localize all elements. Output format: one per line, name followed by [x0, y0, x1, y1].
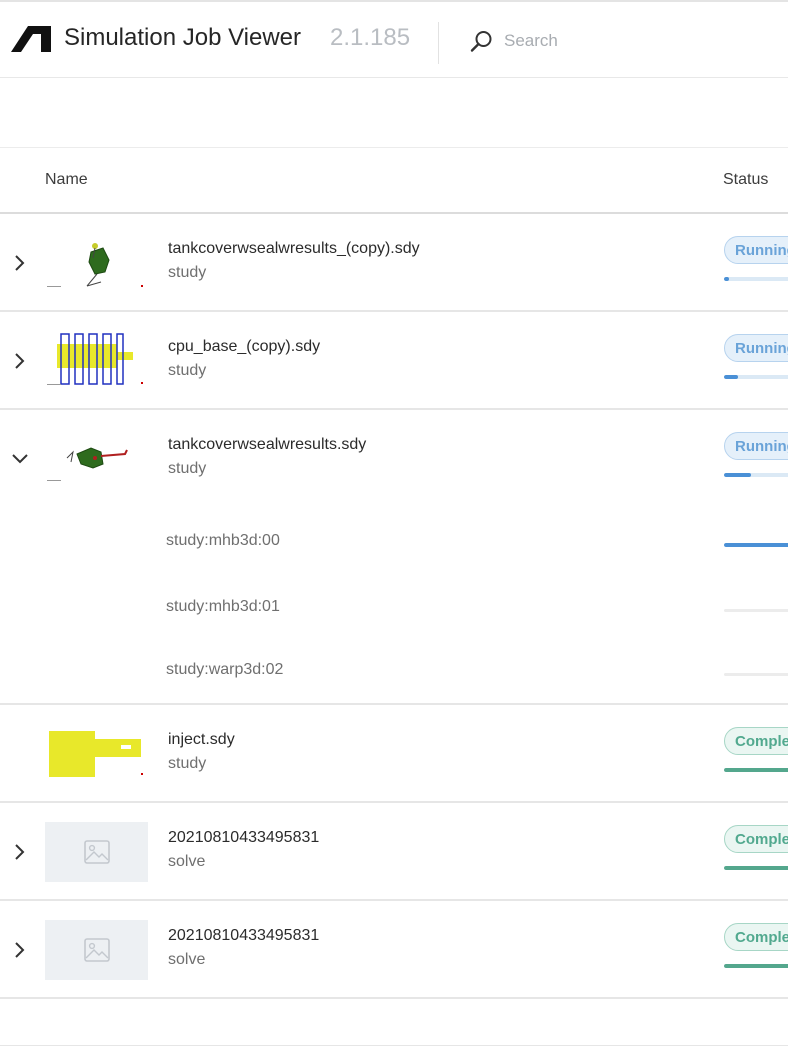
progress-bar [724, 375, 788, 379]
progress-bar [724, 866, 788, 870]
column-header-name[interactable]: Name [45, 171, 88, 189]
app-title: Simulation Job Viewer [64, 24, 302, 51]
status-badge: Complete [724, 825, 788, 853]
status-badge: Running [724, 432, 788, 460]
job-name: 20210810433495831 [168, 927, 320, 944]
top-bar: Simulation Job Viewer 2.1.185 [0, 0, 788, 78]
chevron-right-icon[interactable] [10, 253, 30, 273]
job-name: 20210810433495831 [168, 829, 320, 846]
progress-bar [724, 768, 788, 772]
progress-bar [724, 277, 788, 281]
tank-cover-model-thumbnail [47, 243, 143, 287]
job-type: study [168, 460, 207, 477]
subjob-progress-bar [724, 609, 788, 612]
chevron-right-icon[interactable] [10, 842, 30, 862]
job-type: study [168, 264, 207, 281]
chevron-down-icon[interactable] [10, 449, 30, 469]
subjob-progress-bar [724, 673, 788, 676]
subjob-name: study:mhb3d:01 [166, 598, 280, 615]
job-row[interactable]: cpu_base_(copy).sdy study Running [0, 312, 788, 410]
footer-divider [0, 1045, 788, 1046]
job-row[interactable]: 20210810433495831 solve Complete [0, 901, 788, 999]
progress-bar [724, 473, 788, 477]
job-row[interactable]: 20210810433495831 solve Complete [0, 803, 788, 901]
status-badge: Running [724, 236, 788, 264]
job-row-expanded[interactable]: tankcoverwsealwresults.sdy study Running… [0, 410, 788, 705]
progress-bar [724, 964, 788, 968]
status-badge: Complete [724, 727, 788, 755]
toolbar-area [0, 78, 788, 148]
subjob-progress-bar [724, 543, 788, 547]
job-type: solve [168, 951, 206, 968]
job-type: study [168, 755, 207, 772]
table-header: Name Status [0, 149, 788, 214]
tank-cover-model-thumbnail [47, 447, 128, 481]
cpu-base-model-thumbnail [47, 333, 143, 385]
subjob-name: study:warp3d:02 [166, 661, 284, 678]
chevron-right-icon[interactable] [10, 940, 30, 960]
job-name: inject.sdy [168, 731, 235, 748]
chevron-right-icon[interactable] [10, 351, 30, 371]
header-divider [438, 22, 439, 64]
image-placeholder-thumbnail [45, 920, 148, 980]
column-header-status[interactable]: Status [723, 171, 768, 189]
autodesk-logo-icon [11, 26, 51, 52]
search-input[interactable] [504, 28, 764, 54]
search-icon[interactable] [470, 29, 494, 53]
job-name: tankcoverwsealwresults_(copy).sdy [168, 240, 420, 257]
status-badge: Complete [724, 923, 788, 951]
inject-model-thumbnail [49, 731, 143, 777]
job-row[interactable]: tankcoverwsealwresults_(copy).sdy study … [0, 214, 788, 312]
image-placeholder-thumbnail [45, 822, 148, 882]
job-type: solve [168, 853, 206, 870]
job-row[interactable]: inject.sdy study Complete [0, 705, 788, 803]
image-placeholder-icon [83, 938, 110, 962]
job-name: tankcoverwsealwresults.sdy [168, 436, 367, 453]
job-type: study [168, 362, 207, 379]
app-version: 2.1.185 [330, 24, 411, 51]
job-name: cpu_base_(copy).sdy [168, 338, 321, 355]
status-badge: Running [724, 334, 788, 362]
image-placeholder-icon [83, 840, 110, 864]
subjob-name: study:mhb3d:00 [166, 532, 280, 549]
